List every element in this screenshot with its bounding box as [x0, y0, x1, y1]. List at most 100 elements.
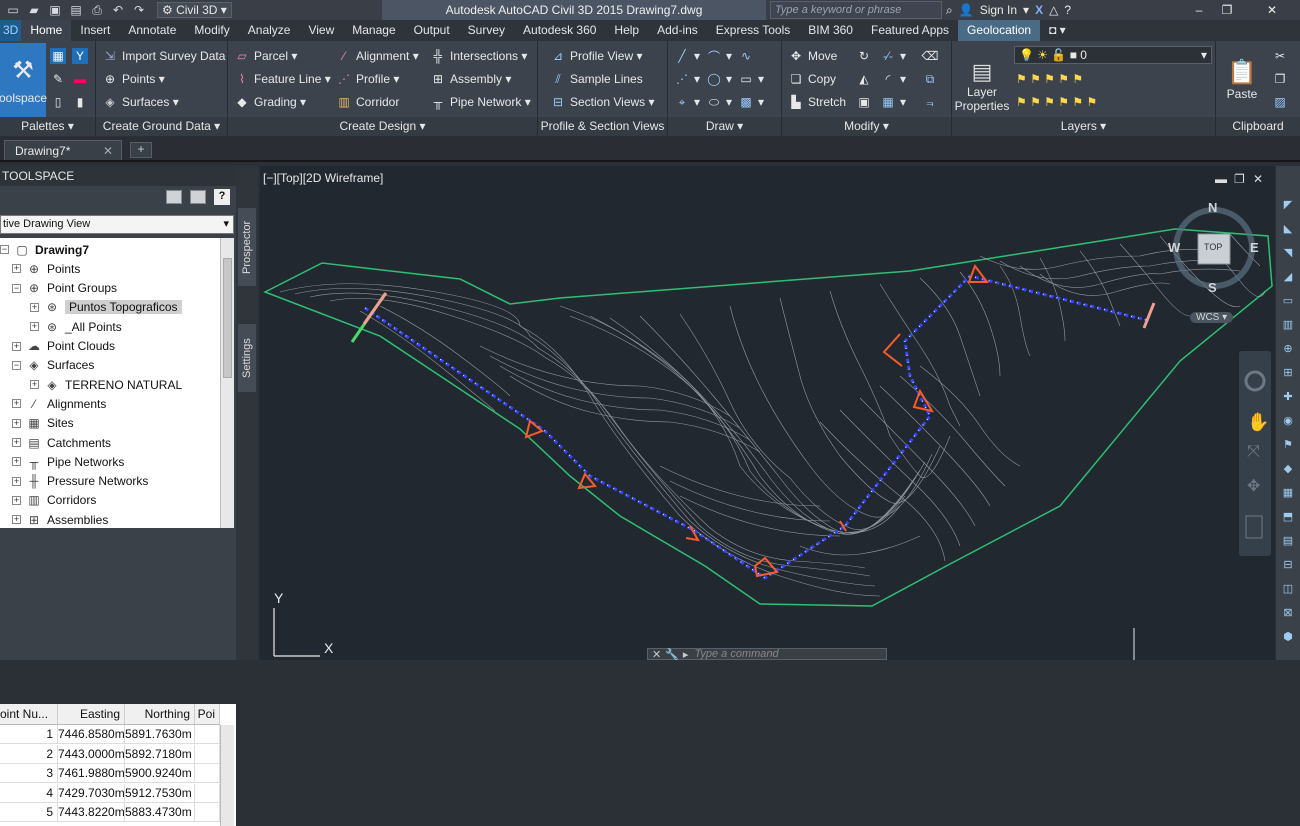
- item-view-icon[interactable]: [190, 190, 206, 204]
- tool-icon-12[interactable]: ◆: [1280, 460, 1296, 476]
- new-tab-button[interactable]: +: [130, 142, 152, 158]
- undo-icon[interactable]: ↶: [109, 2, 127, 18]
- tree-item[interactable]: + ☁ Point Clouds: [12, 337, 115, 356]
- tool-icon-10[interactable]: ◉: [1280, 412, 1296, 428]
- paste-special-icon[interactable]: ▨: [1272, 92, 1292, 112]
- warning-icon[interactable]: △: [1049, 3, 1058, 17]
- tool-icon-15[interactable]: ▤: [1280, 532, 1296, 548]
- app-button[interactable]: 3D: [0, 20, 22, 41]
- wrench-icon[interactable]: 🔧: [665, 648, 679, 661]
- save-icon[interactable]: ▣: [46, 2, 64, 18]
- tree-item[interactable]: + ⊛ Puntos Topograficos: [30, 298, 182, 317]
- command-input[interactable]: Type a command: [694, 648, 778, 660]
- tree-item[interactable]: + ▤ Catchments: [12, 433, 111, 452]
- tab-help[interactable]: Help: [605, 20, 648, 41]
- array-icon[interactable]: ▦ ▾: [880, 92, 906, 112]
- trim-icon[interactable]: -⁄- ▾: [880, 46, 906, 66]
- column-header[interactable]: oint Nu...: [0, 704, 58, 725]
- circle-icon[interactable]: ◯ ▾: [706, 69, 732, 89]
- move-button[interactable]: ✥ Move: [788, 46, 837, 66]
- help-icon[interactable]: ?: [1064, 3, 1071, 17]
- table-cell[interactable]: [195, 744, 220, 764]
- save-as-icon[interactable]: ▤: [67, 2, 85, 18]
- compass-east[interactable]: E: [1250, 240, 1259, 255]
- expand-icon[interactable]: +: [12, 418, 21, 428]
- design-center-icon[interactable]: ▬: [72, 69, 92, 89]
- view-selector[interactable]: tive Drawing View ▾: [0, 215, 234, 234]
- tool-icon-7[interactable]: ⊕: [1280, 340, 1296, 356]
- redo-icon[interactable]: ↷: [130, 2, 148, 18]
- minimize-button[interactable]: –: [1186, 0, 1212, 20]
- tab-express-tools[interactable]: Express Tools: [707, 20, 799, 41]
- copy-button[interactable]: ❏ Copy: [788, 69, 836, 89]
- tab-annotate[interactable]: Annotate: [119, 20, 185, 41]
- tree-item[interactable]: + ◈ TERRENO NATURAL: [30, 375, 182, 394]
- tool-icon-3[interactable]: ◥: [1280, 244, 1296, 260]
- properties-icon[interactable]: ▦: [50, 46, 70, 66]
- compass-west[interactable]: W: [1168, 240, 1180, 255]
- table-cell[interactable]: 7461.9880m: [58, 764, 125, 783]
- layers-title[interactable]: Layers ▾: [952, 117, 1215, 136]
- tool-icon-17[interactable]: ◫: [1280, 580, 1296, 596]
- table-cell[interactable]: 5900.9240m: [125, 764, 195, 783]
- fillet-icon[interactable]: ◜ ▾: [880, 69, 906, 89]
- offset-icon[interactable]: ⫬: [922, 92, 942, 112]
- ribbon-options-icon[interactable]: ◘ ▾: [1040, 20, 1075, 41]
- table-cell[interactable]: 7443.8220m: [58, 803, 125, 822]
- cut-icon[interactable]: ✂: [1272, 46, 1292, 66]
- layer-walk-icon[interactable]: ▮: [72, 92, 92, 112]
- tab-manage[interactable]: Manage: [343, 20, 404, 41]
- tab-insert[interactable]: Insert: [71, 20, 119, 41]
- workspace-dropdown[interactable]: ⚙ Civil 3D ▾: [157, 2, 232, 18]
- tab-survey[interactable]: Survey: [459, 20, 514, 41]
- collapse-icon[interactable]: −: [12, 283, 21, 293]
- table-cell[interactable]: 7429.7030m: [58, 783, 125, 803]
- table-cell[interactable]: 5892.7180m: [125, 744, 195, 764]
- table-cell[interactable]: 5891.7630m: [125, 725, 195, 744]
- erase-icon[interactable]: ⌫: [922, 46, 942, 66]
- tab-featured-apps[interactable]: Featured Apps: [862, 20, 958, 41]
- section-views-button[interactable]: ⊟ Section Views ▾: [550, 92, 655, 112]
- table-cell[interactable]: 5883.4730m: [125, 803, 195, 822]
- pipe-network-button[interactable]: ╥ Pipe Network ▾: [430, 92, 531, 112]
- new-file-icon[interactable]: ▭: [4, 2, 22, 18]
- table-cell[interactable]: 4: [0, 783, 58, 803]
- expand-icon[interactable]: +: [12, 341, 21, 351]
- expand-icon[interactable]: +: [12, 476, 21, 486]
- help-icon[interactable]: ?: [214, 189, 230, 205]
- line-icon[interactable]: ╱ ▾: [674, 46, 700, 66]
- chevron-down-icon[interactable]: ▾: [1023, 3, 1029, 17]
- table-cell[interactable]: 5: [0, 803, 58, 822]
- modify-title[interactable]: Modify ▾: [782, 117, 951, 136]
- tab-view[interactable]: View: [299, 20, 343, 41]
- close-icon[interactable]: ✕: [652, 648, 661, 661]
- stretch-button[interactable]: ▙ Stretch: [788, 92, 846, 112]
- tool-icon-1[interactable]: ◤: [1280, 196, 1296, 212]
- wcs-menu[interactable]: WCS ▾: [1190, 312, 1234, 323]
- spline-icon[interactable]: ⌖ ▾: [674, 92, 700, 112]
- table-cell[interactable]: 7446.8580m: [58, 725, 125, 744]
- table-cell[interactable]: [195, 725, 220, 744]
- grading-button[interactable]: ◆ Grading ▾: [234, 92, 306, 112]
- collapse-icon[interactable]: −: [0, 245, 9, 254]
- create-ground-data-title[interactable]: Create Ground Data ▾: [96, 117, 227, 136]
- expand-icon[interactable]: +: [12, 438, 21, 447]
- table-cell[interactable]: [195, 783, 220, 803]
- explode-icon[interactable]: ⧉: [922, 69, 942, 89]
- draw-title[interactable]: Draw ▾: [668, 117, 781, 136]
- expand-icon[interactable]: +: [12, 264, 21, 274]
- tool-palettes-icon[interactable]: ✎: [50, 69, 70, 89]
- tree-item[interactable]: − ◈ Surfaces: [12, 356, 94, 375]
- points-button[interactable]: ⊕ Points ▾: [102, 69, 165, 89]
- expand-icon[interactable]: +: [30, 322, 39, 332]
- parcel-button[interactable]: ▱ Parcel ▾: [234, 46, 297, 66]
- expand-icon[interactable]: +: [12, 515, 21, 525]
- sign-in-link[interactable]: Sign In: [980, 3, 1017, 17]
- mirror-icon[interactable]: ◭: [856, 69, 876, 89]
- tool-icon-16[interactable]: ⊟: [1280, 556, 1296, 572]
- arc-icon[interactable]: ⌒ ▾: [706, 46, 732, 66]
- sample-lines-button[interactable]: ⫽ Sample Lines: [550, 69, 642, 89]
- tab-geolocation[interactable]: Geolocation: [958, 20, 1041, 41]
- tree-item[interactable]: + ⁄ Alignments: [12, 394, 106, 413]
- polyline-icon[interactable]: ⋰ ▾: [674, 69, 700, 89]
